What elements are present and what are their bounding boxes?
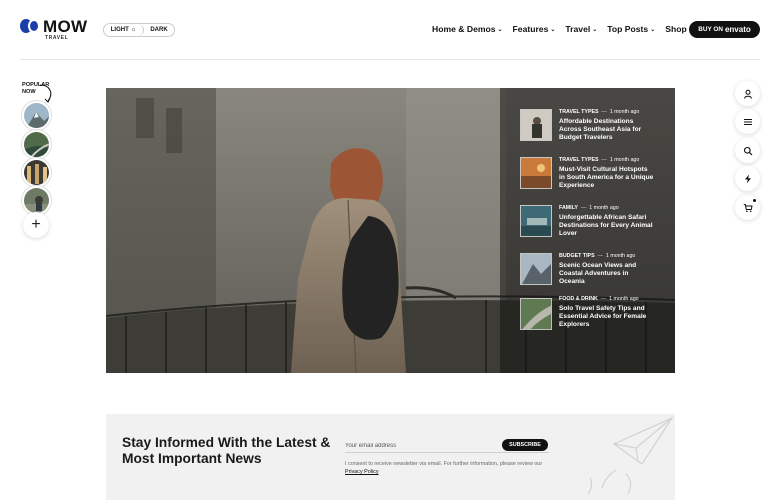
story-thumbnail[interactable] — [520, 205, 552, 237]
theme-toggle[interactable]: LIGHT ☼ DARK — [103, 23, 175, 37]
story-title[interactable]: Unforgettable African Safari Destination… — [559, 214, 654, 238]
account-button[interactable] — [735, 81, 760, 106]
story-meta: BUDGET TIPS —1 month ago — [559, 253, 636, 259]
story-category[interactable]: FAMILY — [559, 205, 578, 211]
newsletter-title: Stay Informed With the Latest & Most Imp… — [122, 435, 331, 466]
buy-on-envato-button[interactable]: BUY ON envato — [689, 21, 760, 38]
story-time: 1 month ago — [609, 157, 640, 163]
site-header: MOW TRAVEL LIGHT ☼ DARK Home & Demos ⌄ Fe… — [0, 0, 780, 60]
story-title[interactable]: Must-Visit Cultural Hotspots in South Am… — [559, 166, 654, 190]
privacy-policy-link[interactable]: Privacy Policy — [345, 469, 379, 475]
buy-prefix: BUY ON — [698, 26, 723, 33]
user-icon — [743, 89, 752, 99]
popular-story-thumb[interactable] — [22, 186, 51, 215]
popular-story-thumb[interactable] — [22, 130, 51, 159]
light-mode-label: LIGHT — [110, 27, 129, 33]
story-thumbnail[interactable] — [520, 298, 552, 330]
story-meta: FAMILY —1 month ago — [559, 205, 619, 211]
cart-badge — [753, 199, 756, 202]
email-field[interactable] — [345, 440, 495, 452]
newsletter-section: Stay Informed With the Latest & Most Imp… — [106, 414, 675, 500]
newsletter-consent: I consent to receive newsletter via emai… — [345, 460, 560, 476]
chevron-down-icon: ⌄ — [550, 26, 556, 33]
nav-label: Features — [512, 24, 549, 34]
logo-mark-icon — [20, 19, 40, 35]
nav-label: Travel — [565, 24, 591, 34]
add-icon[interactable]: + — [23, 212, 49, 238]
story-item[interactable]: FOOD & DRINK —1 month ago Solo Travel Saf… — [520, 296, 675, 341]
story-time: 1 month ago — [589, 205, 619, 211]
story-meta: TRAVEL TYPES —1 month ago — [559, 109, 640, 115]
story-title[interactable]: Scenic Ocean Views and Coastal Adventure… — [559, 262, 654, 286]
chevron-down-icon: ⌄ — [592, 26, 598, 33]
story-thumbnail[interactable] — [520, 253, 552, 285]
nav-home-demos[interactable]: Home & Demos ⌄ — [432, 24, 503, 34]
hero-section: TRAVEL TYPES —1 month ago Affordable Dest… — [106, 88, 675, 373]
story-category[interactable]: BUDGET TIPS — [559, 253, 595, 259]
nav-top-posts[interactable]: Top Posts ⌄ — [607, 24, 655, 34]
subscribe-button[interactable]: SUBSCRIBE — [502, 439, 548, 451]
nav-label: Top Posts — [607, 24, 649, 34]
logo-subtitle: TRAVEL — [45, 35, 69, 41]
main-nav: Home & Demos ⌄ Features ⌄ Travel ⌄ Top Post… — [432, 24, 704, 34]
dark-mode-button[interactable]: DARK — [144, 27, 174, 33]
search-icon — [743, 146, 752, 155]
header-divider — [20, 59, 760, 60]
menu-button[interactable] — [735, 109, 760, 134]
consent-text: I consent to receive newsletter via emai… — [345, 461, 543, 467]
logo-name: MOW — [43, 17, 88, 36]
popular-story-thumb[interactable] — [22, 158, 51, 187]
nav-features[interactable]: Features ⌄ — [513, 24, 556, 34]
menu-icon — [743, 118, 752, 125]
newsletter-form: SUBSCRIBE — [345, 439, 549, 453]
story-thumbnail[interactable] — [520, 109, 552, 141]
sun-icon: ☼ — [130, 27, 137, 33]
story-category[interactable]: TRAVEL TYPES — [559, 157, 599, 163]
story-time: 1 month ago — [605, 253, 636, 259]
nav-travel[interactable]: Travel ⌄ — [565, 24, 597, 34]
story-title[interactable]: Solo Travel Safety Tips and Essential Ad… — [559, 305, 654, 329]
site-logo[interactable]: MOW TRAVEL — [20, 17, 88, 41]
popular-story-thumb[interactable] — [22, 101, 51, 130]
story-meta: FOOD & DRINK —1 month ago — [559, 296, 639, 302]
search-button[interactable] — [735, 138, 760, 163]
cart-icon — [743, 203, 753, 212]
story-time: 1 month ago — [609, 296, 639, 302]
chevron-down-icon: ⌄ — [650, 26, 656, 33]
story-item[interactable]: TRAVEL TYPES —1 month ago Must-Visit Cult… — [520, 157, 675, 197]
paper-plane-icon — [587, 416, 674, 495]
story-category[interactable]: FOOD & DRINK — [559, 296, 598, 302]
bolt-icon — [744, 174, 751, 183]
trending-button[interactable] — [735, 166, 760, 191]
story-thumbnail[interactable] — [520, 157, 552, 189]
nav-label: Home & Demos — [432, 24, 496, 34]
story-item[interactable]: FAMILY —1 month ago Unforgettable African… — [520, 205, 675, 245]
story-item[interactable]: BUDGET TIPS —1 month ago Scenic Ocean Vie… — [520, 253, 675, 293]
envato-logo: envato — [724, 25, 751, 34]
story-title[interactable]: Affordable Destinations Across Southeast… — [559, 118, 654, 142]
nav-label: Shop — [665, 24, 687, 34]
cart-button[interactable] — [735, 195, 760, 220]
story-item[interactable]: TRAVEL TYPES —1 month ago Affordable Dest… — [520, 109, 675, 149]
light-mode-button[interactable]: LIGHT ☼ — [104, 24, 144, 36]
chevron-down-icon: ⌄ — [497, 26, 503, 33]
story-category[interactable]: TRAVEL TYPES — [559, 109, 599, 115]
story-time: 1 month ago — [609, 109, 640, 115]
story-meta: TRAVEL TYPES —1 month ago — [559, 157, 640, 163]
